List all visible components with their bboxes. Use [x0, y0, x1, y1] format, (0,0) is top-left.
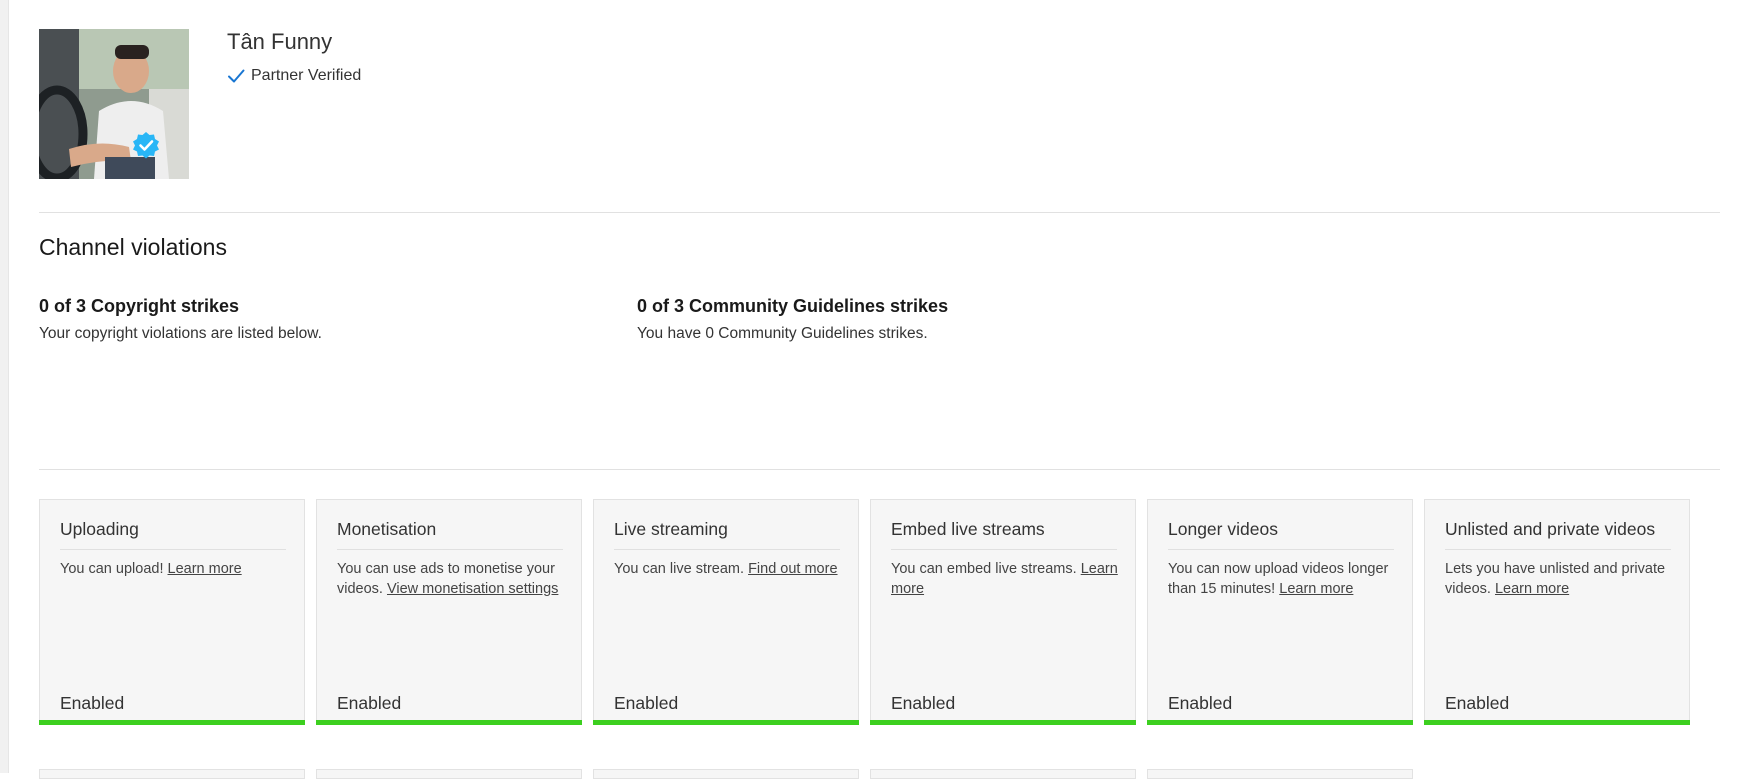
- feature-card-status: Enabled: [337, 693, 402, 713]
- view-monetisation-settings-link[interactable]: View monetisation settings: [387, 581, 558, 597]
- feature-card-description: Lets you have unlisted and private video…: [1445, 559, 1675, 599]
- left-edge-panel: [0, 0, 9, 773]
- feature-card-partial: [1147, 769, 1413, 779]
- feature-card-text: You can upload!: [60, 561, 168, 577]
- feature-card-uploading: Uploading You can upload! Learn more Ena…: [39, 499, 305, 725]
- find-out-more-link[interactable]: Find out more: [748, 561, 837, 577]
- community-strikes-description: You have 0 Community Guidelines strikes.: [637, 325, 928, 342]
- feature-card-status: Enabled: [1445, 693, 1510, 713]
- feature-card-partial: [593, 769, 859, 779]
- feature-card-partial: [39, 769, 305, 779]
- channel-avatar[interactable]: [39, 29, 189, 179]
- feature-card-description: You can use ads to monetise your videos.…: [337, 559, 567, 599]
- feature-card-partial: [870, 769, 1136, 779]
- copyright-strikes: 0 of 3 Copyright strikes Your copyright …: [39, 296, 322, 343]
- feature-card-description: You can upload! Learn more: [60, 559, 290, 579]
- feature-card-live-streaming: Live streaming You can live stream. Find…: [593, 499, 859, 725]
- channel-status-page: Tân Funny Partner Verified Channel viola…: [39, 0, 1720, 779]
- feature-card-longer-videos: Longer videos You can now upload videos …: [1147, 499, 1413, 725]
- channel-header: Tân Funny Partner Verified: [39, 29, 1720, 179]
- feature-card-text: You can live stream.: [614, 561, 749, 577]
- learn-more-link[interactable]: Learn more: [168, 561, 242, 577]
- feature-card-title: Uploading: [60, 519, 286, 550]
- copyright-strikes-description: Your copyright violations are listed bel…: [39, 325, 322, 342]
- feature-card-embed-live-streams: Embed live streams You can embed live st…: [870, 499, 1136, 725]
- feature-card-unlisted-private-videos: Unlisted and private videos Lets you hav…: [1424, 499, 1690, 725]
- learn-more-link[interactable]: Learn more: [1495, 581, 1569, 597]
- feature-card-text: You can embed live streams.: [891, 561, 1081, 577]
- feature-card-partial: [316, 769, 582, 779]
- community-strikes: 0 of 3 Community Guidelines strikes You …: [637, 296, 948, 343]
- feature-card-description: You can embed live streams. Learn more: [891, 559, 1121, 599]
- feature-card-status: Enabled: [614, 693, 679, 713]
- checkmark-icon: [228, 69, 245, 83]
- header-divider: [39, 212, 1720, 213]
- violations-title: Channel violations: [39, 234, 227, 260]
- feature-card-monetisation: Monetisation You can use ads to monetise…: [316, 499, 582, 725]
- avatar-image: [39, 29, 189, 179]
- feature-card-status: Enabled: [891, 693, 956, 713]
- violations-divider: [39, 469, 1720, 470]
- feature-card-title: Unlisted and private videos: [1445, 519, 1671, 550]
- feature-card-title: Longer videos: [1168, 519, 1394, 550]
- feature-card-status: Enabled: [1168, 693, 1233, 713]
- copyright-strikes-title: 0 of 3 Copyright strikes: [39, 296, 240, 316]
- feature-card-description: You can live stream. Find out more: [614, 559, 844, 579]
- learn-more-link[interactable]: Learn more: [1279, 581, 1353, 597]
- partner-status: Partner Verified: [227, 67, 361, 85]
- partner-status-label: Partner Verified: [251, 67, 362, 84]
- feature-card-title: Live streaming: [614, 519, 840, 550]
- community-strikes-title: 0 of 3 Community Guidelines strikes: [637, 296, 949, 316]
- feature-cards-next-row: [39, 769, 1424, 779]
- channel-name: Tân Funny: [227, 29, 333, 54]
- verified-badge-icon: [133, 132, 159, 159]
- feature-card-title: Monetisation: [337, 519, 563, 550]
- feature-card-title: Embed live streams: [891, 519, 1117, 550]
- feature-card-description: You can now upload videos longer than 15…: [1168, 559, 1398, 599]
- feature-card-status: Enabled: [60, 693, 125, 713]
- feature-cards: Uploading You can upload! Learn more Ena…: [39, 499, 1701, 725]
